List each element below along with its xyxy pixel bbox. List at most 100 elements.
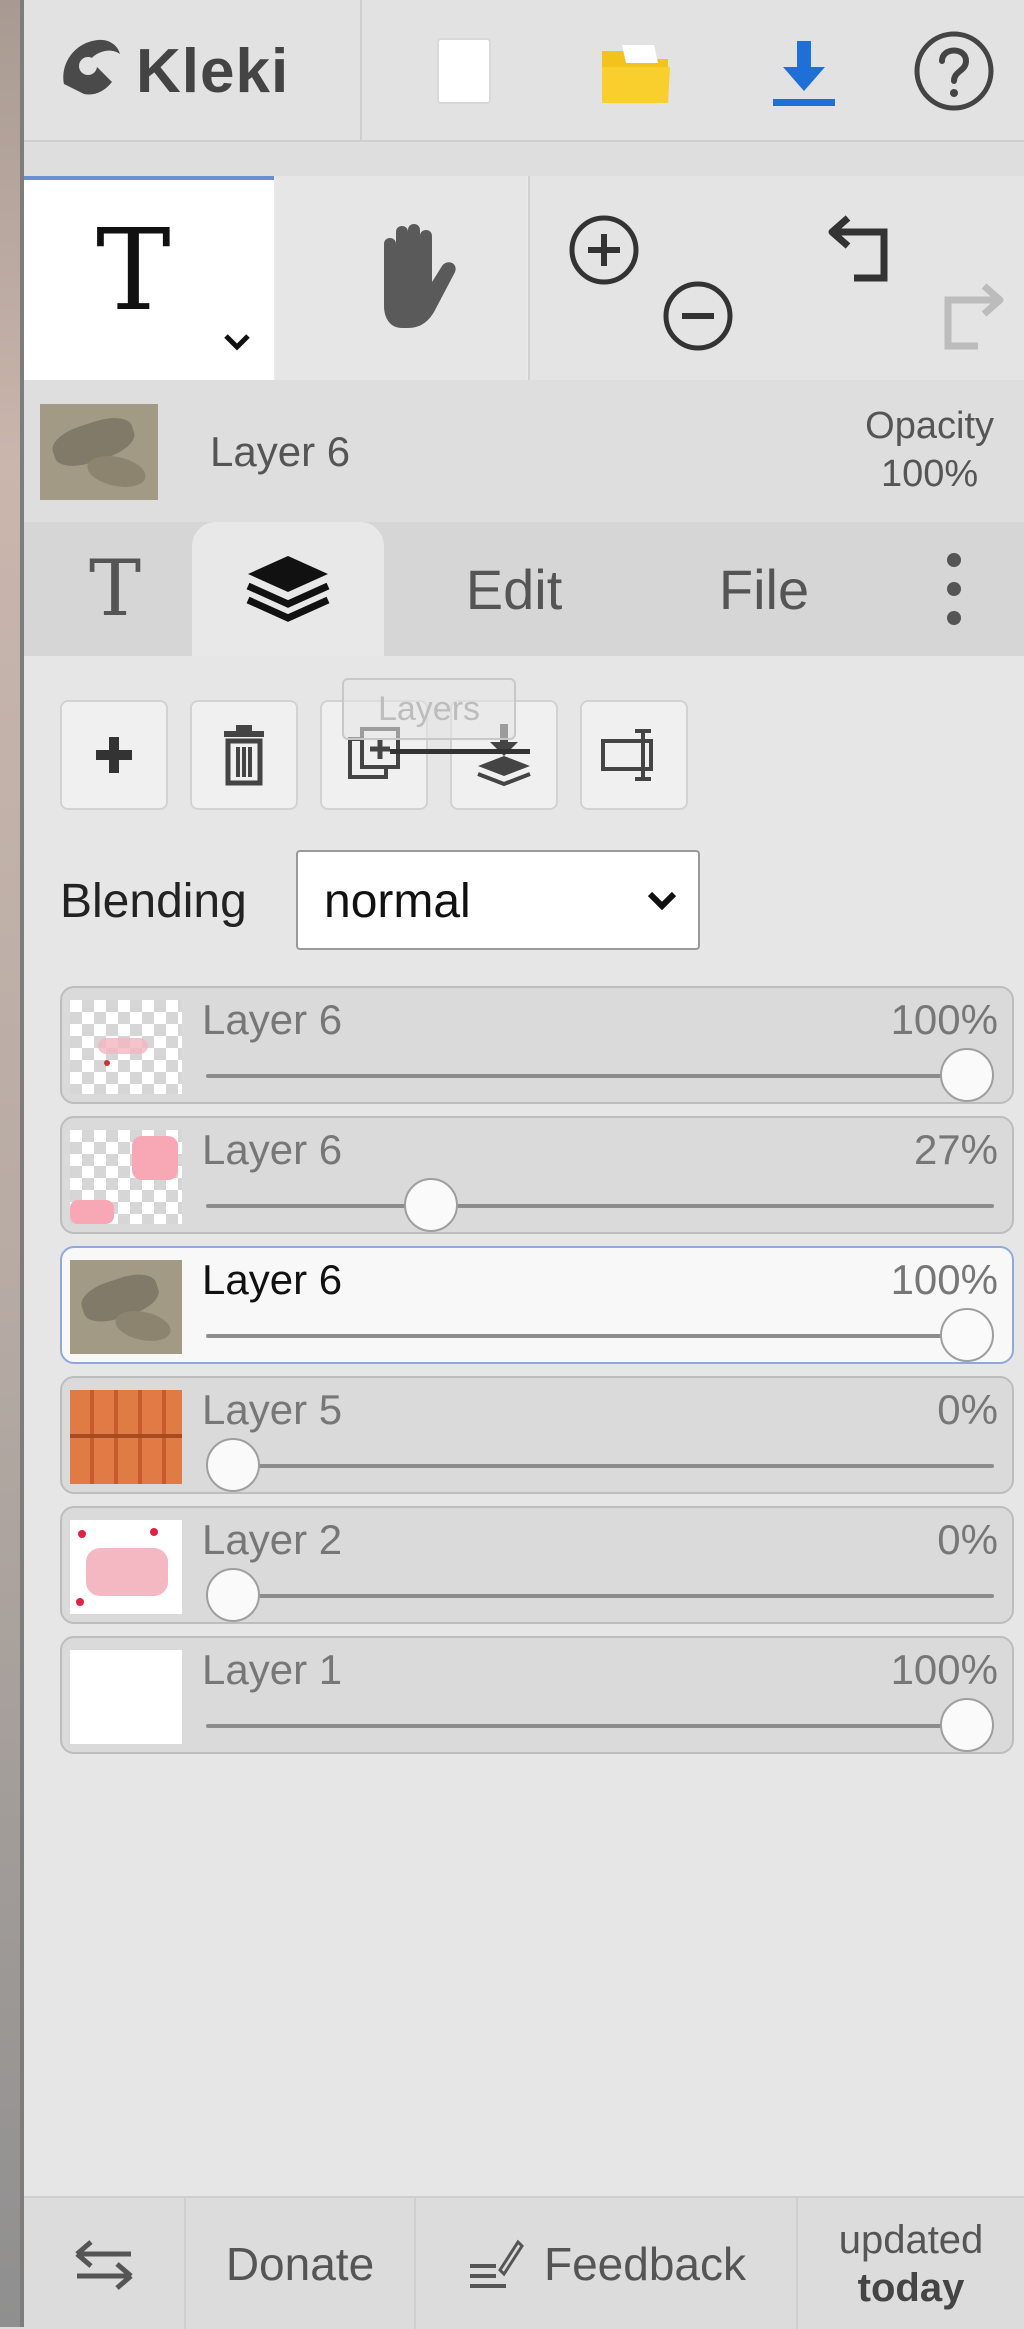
opacity-slider[interactable] (206, 1308, 994, 1362)
open-file-button[interactable] (576, 30, 696, 116)
layer-item[interactable]: Layer 1 100% (60, 1636, 1014, 1754)
folder-icon (602, 45, 670, 103)
feedback-label: Feedback (543, 2237, 746, 2290)
delete-layer-button[interactable] (190, 700, 298, 810)
help-button[interactable] (904, 26, 1004, 116)
layer-item-selected[interactable]: Layer 6 100% (60, 1246, 1014, 1364)
layer-item[interactable]: Layer 6 100% (60, 986, 1014, 1104)
layers-panel: Layers Blending normal Layer 6 100% Laye… (24, 656, 1024, 2196)
layer-opacity: 0% (937, 1516, 998, 1563)
layer-item[interactable]: Layer 5 0% (60, 1376, 1014, 1494)
hand-icon (384, 224, 456, 328)
changelog-button[interactable]: updated today (798, 2198, 1024, 2329)
app-name: Kleki (136, 36, 290, 106)
blending-value: normal (324, 875, 471, 928)
layer-opacity: 100% (890, 1256, 998, 1303)
side-panel: Kleki T Layer 6 Opacity 100% T Edit File… (24, 0, 1024, 2329)
opacity-slider[interactable] (206, 1698, 994, 1752)
canvas-edge (0, 0, 24, 2327)
donate-label: Donate (225, 2237, 375, 2290)
slider-knob[interactable] (206, 1568, 260, 1622)
trash-icon (224, 725, 264, 786)
layer-name: Layer 5 (202, 1386, 343, 1433)
layer-name: Layer 6 (202, 996, 343, 1043)
undo-icon[interactable] (824, 206, 910, 286)
layer-thumbnail (70, 1390, 182, 1484)
opacity-slider[interactable] (206, 1568, 994, 1622)
swap-icon (75, 2239, 133, 2290)
save-button[interactable] (744, 30, 864, 116)
chevron-down-icon[interactable] (220, 330, 254, 354)
more-icon (947, 553, 961, 625)
zoom-out-icon[interactable] (660, 278, 736, 354)
tooltip: Layers (342, 678, 516, 740)
slider-knob[interactable] (404, 1178, 459, 1232)
blending-select[interactable]: normal (296, 850, 700, 950)
footer-bar: Donate Feedback updated today (24, 2196, 1024, 2329)
plus-icon (96, 737, 132, 773)
tab-bar: T Edit File (24, 522, 1024, 656)
opacity-slider[interactable] (206, 1048, 994, 1102)
layer-thumbnail (70, 1130, 182, 1224)
kleki-logo-icon (63, 39, 120, 95)
text-tool-glyph: T (96, 206, 171, 336)
zoom-undo-group (528, 176, 1024, 380)
layer-name: Layer 6 (202, 1256, 343, 1303)
layer-opacity: 100% (890, 1646, 998, 1693)
new-image-button[interactable] (404, 28, 524, 114)
drag-indicator (390, 749, 530, 754)
current-layer-opacity[interactable]: Opacity 100% (865, 402, 994, 498)
feedback-button[interactable]: Feedback (416, 2198, 798, 2329)
layer-item[interactable]: Layer 2 0% (60, 1506, 1014, 1624)
layer-name: Layer 6 (202, 1126, 343, 1173)
layer-thumbnail (70, 1000, 182, 1094)
rename-icon (601, 729, 653, 781)
updated-label: updated (838, 2217, 984, 2262)
download-icon (773, 41, 835, 106)
layer-opacity: 100% (890, 996, 998, 1043)
opacity-label: Opacity (865, 405, 994, 447)
current-layer-bar: Layer 6 Opacity 100% (24, 382, 1024, 522)
redo-icon[interactable] (922, 274, 1008, 354)
divider (360, 0, 362, 140)
layer-item[interactable]: Layer 6 27% (60, 1116, 1014, 1234)
tab-file[interactable]: File (644, 522, 884, 656)
tab-file-label: File (718, 557, 810, 621)
current-layer-name: Layer 6 (210, 428, 351, 475)
layer-opacity: 27% (913, 1126, 998, 1173)
blending-label: Blending (60, 875, 247, 928)
more-menu-button[interactable] (904, 522, 1004, 656)
feedback-icon (469, 2239, 524, 2288)
slider-knob[interactable] (940, 1698, 994, 1752)
current-layer-thumbnail (40, 404, 158, 500)
text-tab-icon: T (88, 544, 142, 634)
slider-knob[interactable] (940, 1048, 994, 1102)
tab-edit-label: Edit (465, 557, 563, 621)
help-icon (914, 31, 994, 111)
tab-edit[interactable]: Edit (404, 522, 624, 656)
hand-tool-button[interactable] (276, 176, 526, 380)
zoom-in-icon[interactable] (566, 212, 642, 288)
layer-thumbnail (70, 1650, 182, 1744)
opacity-slider[interactable] (206, 1178, 994, 1232)
text-tool-button[interactable]: T (24, 176, 274, 380)
tab-layers[interactable] (192, 522, 384, 656)
opacity-slider[interactable] (206, 1438, 994, 1492)
swap-sides-button[interactable] (24, 2198, 186, 2329)
slider-knob[interactable] (940, 1308, 994, 1362)
tab-text[interactable]: T (40, 522, 190, 656)
add-layer-button[interactable] (60, 700, 168, 810)
layer-name: Layer 2 (202, 1516, 343, 1563)
layer-opacity: 0% (937, 1386, 998, 1433)
kleki-logo[interactable]: Kleki (54, 26, 289, 116)
tool-row: T (24, 176, 1024, 380)
layer-thumbnail (70, 1260, 182, 1354)
rename-layer-button[interactable] (580, 700, 688, 810)
updated-value: today (857, 2265, 965, 2310)
layer-thumbnail (70, 1520, 182, 1614)
layers-icon (246, 556, 330, 622)
opacity-value: 100% (880, 453, 979, 495)
donate-button[interactable]: Donate (186, 2198, 416, 2329)
new-file-icon (437, 38, 491, 104)
slider-knob[interactable] (206, 1438, 260, 1492)
